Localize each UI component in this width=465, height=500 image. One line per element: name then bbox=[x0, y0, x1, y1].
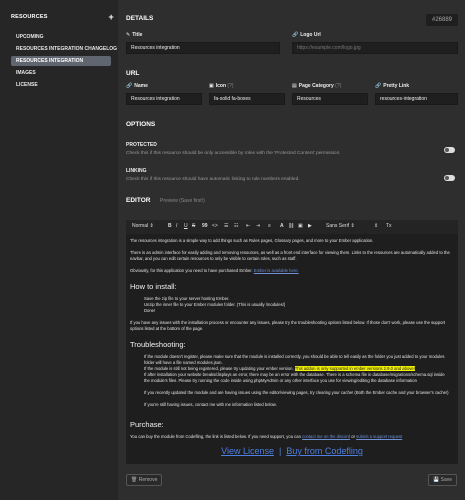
sidebar-item-label: RESOURCES INTEGRATION CHANGELOG bbox=[16, 46, 118, 52]
paragraph: You can buy the module from Codefling, t… bbox=[130, 434, 403, 439]
sidebar-header: RESOURCES + bbox=[11, 12, 117, 24]
list-item: Unzip the inner file to your Ember modul… bbox=[144, 302, 286, 307]
floppy-disk-icon: 💾 bbox=[433, 477, 440, 483]
code-button[interactable]: <> bbox=[212, 223, 218, 229]
sidebar-item-upcoming[interactable]: UPCOMING bbox=[11, 32, 111, 42]
list-item: Done! bbox=[144, 308, 156, 313]
editor-content[interactable]: The resources integration is a simple wa… bbox=[126, 234, 458, 464]
support-request-link[interactable]: submit a support request bbox=[356, 434, 402, 439]
size-select[interactable]: ⇕ bbox=[374, 223, 378, 229]
sidebar-item-label: LICENSE bbox=[16, 82, 38, 88]
page-category-select[interactable]: Resources bbox=[292, 93, 368, 105]
title-input[interactable]: Resources integration bbox=[126, 42, 280, 54]
sidebar-item-label: RESOURCES INTEGRATION bbox=[16, 58, 84, 64]
heading-troubleshooting: Troubleshooting: bbox=[130, 340, 186, 349]
editor-toolbar: Normal ⇕ B I U S 99 <> ☰ ☷ ⇤ ⇥ ≡ A ⛓ ▣ ▶… bbox=[126, 220, 458, 235]
protected-help-text: Check this if this resource should be on… bbox=[126, 151, 341, 156]
underline-button[interactable]: U bbox=[184, 223, 188, 229]
sidebar-item-license[interactable]: LICENSE bbox=[11, 80, 111, 90]
link-separator: | bbox=[278, 446, 282, 456]
italic-button[interactable]: I bbox=[176, 223, 177, 229]
linking-label: LINKING bbox=[126, 168, 147, 174]
sidebar-title: RESOURCES bbox=[11, 14, 48, 20]
icon-input[interactable]: fa-solid fa-boxes bbox=[209, 93, 285, 105]
logo-url-input[interactable]: https://example.com/logo.jpg bbox=[292, 42, 458, 54]
outdent-icon[interactable]: ⇤ bbox=[246, 223, 250, 229]
heading-purchase: Purchase: bbox=[130, 420, 164, 429]
list-item: If the module is still not being registe… bbox=[144, 366, 415, 371]
page-category-label: ▤ Page Category (?) bbox=[292, 83, 342, 89]
sidebar-item-images[interactable]: IMAGES bbox=[11, 68, 111, 78]
url-section-title: URL bbox=[126, 70, 140, 77]
options-section-title: OPTIONS bbox=[126, 121, 156, 128]
clear-format-button[interactable]: Tx bbox=[386, 223, 392, 229]
paragraph: If you have any issues with the installa… bbox=[130, 320, 446, 331]
name-label: 🔗 Name bbox=[126, 83, 148, 89]
save-button[interactable]: 💾 Save bbox=[428, 474, 458, 486]
heading-install: How to install: bbox=[130, 282, 177, 291]
buy-codefling-link[interactable]: Buy from Codefling bbox=[286, 446, 363, 456]
ember-link[interactable]: Ember is available here. bbox=[254, 268, 299, 273]
format-select[interactable]: Normal ⇕ bbox=[132, 223, 154, 229]
sidebar-item-label: UPCOMING bbox=[16, 34, 44, 40]
linking-help-text: Check this if this resource should have … bbox=[126, 177, 300, 182]
video-icon[interactable]: ▶ bbox=[308, 223, 312, 229]
icon-label: ▣ Icon (?) bbox=[209, 83, 234, 89]
details-section-title: DETAILS bbox=[126, 15, 154, 22]
list-item: If you're still having issues, contact m… bbox=[144, 402, 277, 407]
sidebar-item-changelog[interactable]: RESOURCES INTEGRATION CHANGELOG bbox=[11, 44, 117, 54]
name-input[interactable]: Resources integration bbox=[126, 93, 202, 105]
footer-links: View License | Buy from Codefling bbox=[126, 446, 458, 456]
plus-icon[interactable]: + bbox=[109, 12, 114, 22]
discord-link[interactable]: contact me on the discord bbox=[302, 434, 350, 439]
tab-preview[interactable]: Preview (Save first!) bbox=[160, 198, 205, 204]
image-icon: ▣ bbox=[209, 83, 214, 89]
link-icon: 🔗 bbox=[292, 32, 299, 38]
title-label: ✎ Title bbox=[126, 32, 143, 38]
logo-url-label: 🔗 Logo Url bbox=[292, 32, 321, 38]
link-icon[interactable]: ⛓ bbox=[288, 223, 294, 229]
strike-button[interactable]: S bbox=[192, 223, 195, 229]
sidebar: RESOURCES + UPCOMING RESOURCES INTEGRATI… bbox=[0, 0, 118, 500]
list-item: Save the zip file to your server hosting… bbox=[144, 296, 230, 301]
version-highlight: This addon is only supported in ember ve… bbox=[294, 366, 415, 371]
list-item: If after installation your website break… bbox=[144, 372, 445, 383]
indent-icon[interactable]: ⇥ bbox=[256, 223, 260, 229]
image-icon[interactable]: ▣ bbox=[298, 223, 303, 229]
trash-icon: 🗑 bbox=[131, 477, 138, 483]
protected-label: PROTECTED bbox=[126, 142, 157, 148]
main-panel: DETAILS #26889 ✎ Title Resources integrat… bbox=[118, 0, 465, 500]
bullet-list-icon[interactable]: ☷ bbox=[234, 223, 238, 229]
editor-section-title: EDITOR bbox=[126, 197, 151, 204]
pretty-link-label: 🔗 Pretty Link bbox=[375, 83, 410, 89]
ordered-list-icon[interactable]: ☰ bbox=[224, 223, 228, 229]
remove-button[interactable]: 🗑 Remove bbox=[126, 474, 163, 486]
protected-toggle[interactable] bbox=[444, 147, 455, 153]
pencil-icon: ✎ bbox=[126, 32, 131, 38]
text-color-icon[interactable]: A bbox=[280, 223, 284, 229]
link-icon: 🔗 bbox=[126, 83, 133, 89]
bold-button[interactable]: B bbox=[168, 223, 172, 229]
link-icon: 🔗 bbox=[375, 83, 382, 89]
paragraph: The resources integration is a simple wa… bbox=[130, 238, 374, 243]
align-icon[interactable]: ≡ bbox=[268, 223, 271, 229]
sidebar-item-label: IMAGES bbox=[16, 70, 36, 76]
sidebar-item-resources-integration[interactable]: RESOURCES INTEGRATION bbox=[11, 56, 111, 66]
quote-button[interactable]: 99 bbox=[202, 223, 208, 229]
list-item: If you recently updated the module and a… bbox=[144, 390, 449, 395]
linking-toggle[interactable] bbox=[444, 175, 455, 181]
paragraph: Obviously, for this application you need… bbox=[130, 268, 299, 273]
view-license-link[interactable]: View License bbox=[221, 446, 274, 456]
pretty-link-input[interactable]: resources-integration bbox=[375, 93, 458, 105]
paragraph: There is an admin interface for easily a… bbox=[130, 250, 450, 261]
font-select[interactable]: Sans Serif ⇕ bbox=[326, 223, 355, 229]
list-item: If the module doesn't register, please m… bbox=[144, 354, 445, 365]
file-icon: ▤ bbox=[292, 83, 297, 89]
resource-id-badge: #26889 bbox=[426, 14, 458, 26]
